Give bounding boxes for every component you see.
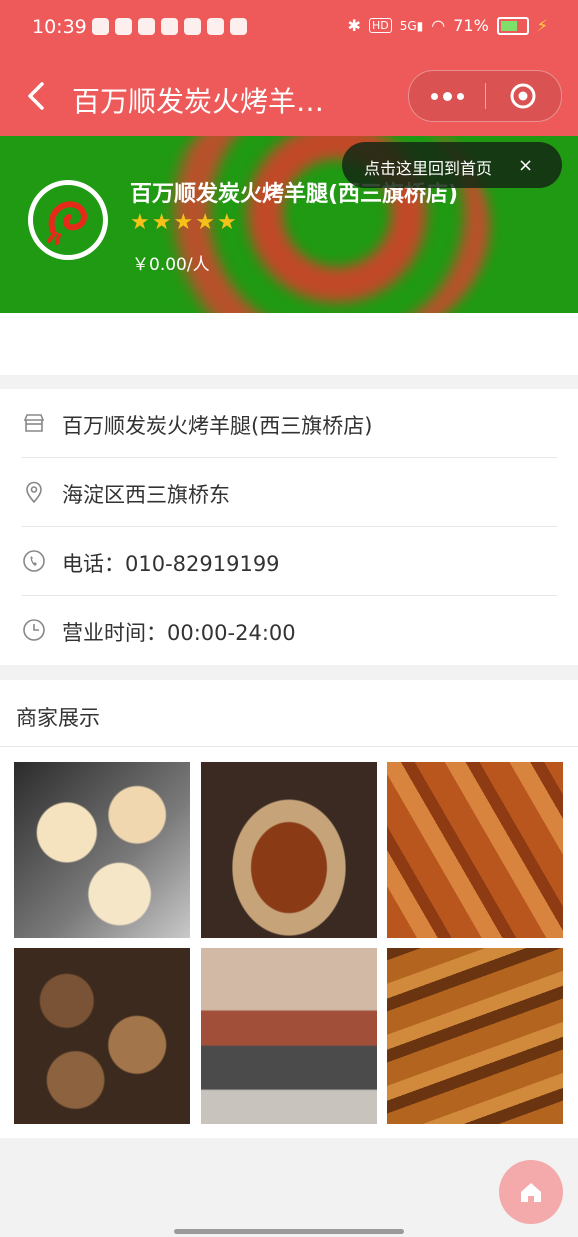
bird-icon [230,18,247,35]
star-icon: ★ [130,210,150,235]
close-icon[interactable]: × [518,155,533,176]
store-icon [23,414,45,432]
phone-text: 电话：010-82919199 [62,552,280,576]
heart-icon [92,18,109,35]
home-hint-toast[interactable]: 点击这里回到首页 × [342,142,562,188]
star-icon: ★ [173,210,194,235]
alipay-icon [138,18,155,35]
signal-5g-icon: 5G▮ [399,18,424,33]
photo-lamb-skewers[interactable] [201,762,377,938]
merchant-display-section: 商家展示 [0,680,578,1138]
blank-section [0,313,578,375]
home-icon [521,1183,541,1202]
chat-icon [115,18,132,35]
info-row-phone[interactable]: 电话：010-82919199 [22,527,557,596]
mini-program-capsule [408,70,562,122]
shop-info-list: 百万顺发炭火烤羊腿(西三旗桥店) 海淀区西三旗桥东 电话：010-8291919… [0,389,578,665]
location-icon [26,481,42,504]
info-row-address[interactable]: 海淀区西三旗桥东 [22,458,557,527]
photo-chicken-wings[interactable] [387,762,563,938]
info-row-store: 百万顺发炭火烤羊腿(西三旗桥店) [22,389,557,458]
star-icon: ★ [151,210,172,235]
rating-stars: ★ ★ ★ ★ ★ [130,212,237,234]
clock-icon [23,619,45,641]
photo-grilled-scallops[interactable] [14,762,190,938]
toutiao-icon [161,18,178,35]
more-dots-icon [430,92,438,100]
battery-icon [496,16,529,35]
photo-braised-lamb[interactable] [14,948,190,1124]
page-title: 百万顺发炭火烤羊… [72,85,325,118]
bluetooth-icon: ✱ [347,16,361,35]
target-icon[interactable] [509,82,537,110]
notification-icons [92,18,247,35]
hd-icon: HD [368,18,392,33]
home-button[interactable] [499,1160,563,1224]
star-icon: ★ [216,210,237,235]
store-name-text: 百万顺发炭火烤羊腿(西三旗桥店) [62,414,373,438]
hours-text: 营业时间：00:00-24:00 [62,621,296,645]
back-icon[interactable] [22,78,52,114]
phone-icon [23,550,45,572]
gesture-bar[interactable] [174,1229,404,1234]
more-dot-right [456,92,464,100]
app-icon [184,18,201,35]
more-button[interactable] [409,71,485,121]
status-bar: 10:39 ✱ HD 5G▮ ◠ 71% ⚡ [0,0,578,58]
toast-text: 点击这里回到首页 [364,159,493,178]
price-per-person: ￥0.00/人 [132,255,210,275]
more-dot-center [442,91,452,101]
info-row-hours: 营业时间：00:00-24:00 [22,596,557,664]
address-text: 海淀区西三旗桥东 [62,483,230,507]
divider [0,746,578,747]
status-time: 10:39 [32,16,87,38]
system-icons: ✱ HD 5G▮ ◠ 71% ⚡ [348,16,548,35]
wifi-icon: ◠ [431,16,446,35]
battery-percent: 71% [453,16,489,35]
ram-logo-icon [47,201,87,245]
redbook-icon [207,18,224,35]
shop-logo [28,180,108,260]
logo-disc [33,185,103,255]
nav-bar: 百万顺发炭火烤羊… [0,58,578,136]
photo-roast-lamb-on-charcoal[interactable] [201,948,377,1124]
section-title: 商家展示 [16,706,100,730]
photo-grilled-lamb-leg[interactable] [387,948,563,1124]
charging-icon: ⚡ [536,16,548,35]
capsule-divider [485,83,486,109]
star-icon: ★ [195,210,215,235]
